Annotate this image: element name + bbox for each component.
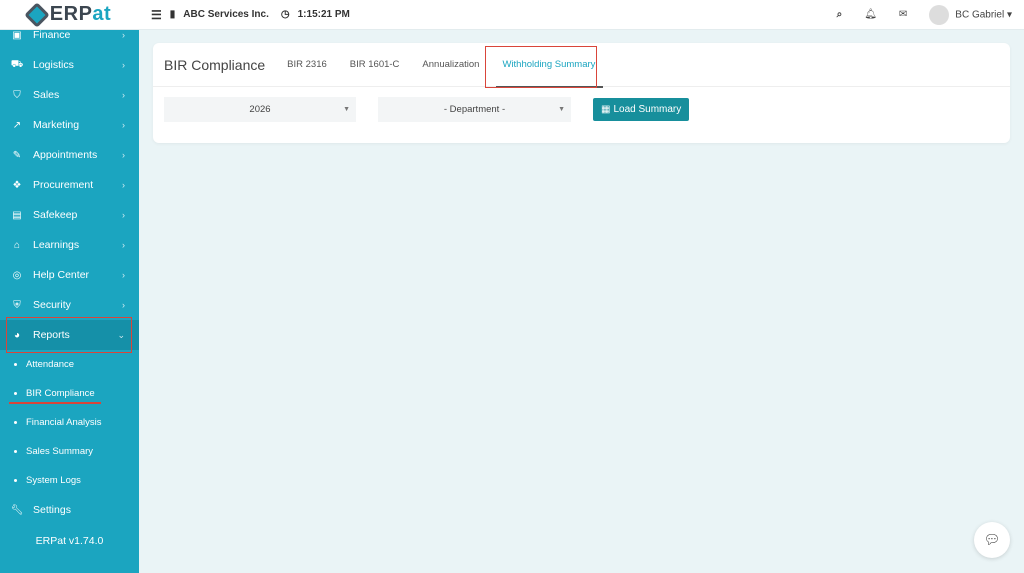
load-summary-button[interactable]: ▦ Load Summary	[593, 98, 690, 121]
chevron-right-icon: ›	[122, 300, 125, 310]
tab-annualization[interactable]: Annualization	[422, 43, 479, 87]
department-select[interactable]: - Department - ▼	[378, 97, 571, 122]
year-select[interactable]: 2026 ▼	[164, 97, 356, 122]
page-title: BIR Compliance	[164, 56, 266, 73]
graduation-cap-icon: ⌂	[13, 239, 21, 251]
bullet-icon	[14, 479, 17, 482]
truck-icon: ⛟	[10, 58, 24, 70]
cart-icon: ⛉	[13, 89, 21, 101]
menu-toggle-icon[interactable]: ☰	[151, 8, 162, 22]
sidebar-subitem-sales-summary[interactable]: Sales Summary	[0, 437, 139, 466]
user-menu[interactable]: BC Gabriel ▾	[929, 4, 1012, 25]
chevron-right-icon: ›	[122, 60, 125, 70]
sidebar-item-learnings[interactable]: ⌂ Learnings ›	[0, 230, 139, 260]
edit-icon: ✎	[12, 149, 22, 161]
mail-icon[interactable]: ✉	[899, 9, 907, 20]
avatar	[929, 4, 950, 25]
annotation-underline	[9, 402, 101, 404]
app-version: ERPat v1.74.0	[35, 535, 104, 547]
life-ring-icon: ◎	[12, 269, 22, 281]
chevron-down-icon: ▼	[558, 106, 565, 113]
current-time: 1:15:21 PM	[297, 9, 350, 20]
sidebar-subitem-attendance[interactable]: Attendance	[0, 350, 139, 379]
chevron-right-icon: ›	[122, 120, 125, 130]
bullet-icon	[14, 450, 17, 453]
chevron-right-icon: ›	[122, 90, 125, 100]
sidebar-item-help-center[interactable]: ◎ Help Center ›	[0, 260, 139, 290]
cubes-icon: ❖	[12, 179, 22, 191]
top-header: ERPat ☰ ▮ ABC Services Inc. ◷ 1:15:21 PM…	[0, 0, 1024, 30]
sidebar-item-procurement[interactable]: ❖ Procurement ›	[0, 170, 139, 200]
sidebar-subitem-financial-analysis[interactable]: Financial Analysis	[0, 408, 139, 437]
sidebar-item-safekeep[interactable]: ▤ Safekeep ›	[0, 200, 139, 230]
company-name: ABC Services Inc.	[183, 9, 269, 20]
clock-icon: ◷	[280, 9, 290, 20]
search-icon[interactable]: ⌕	[837, 9, 843, 20]
tab-bir-2316[interactable]: BIR 2316	[287, 43, 327, 87]
chat-icon[interactable]: 💬︎	[974, 522, 1010, 558]
building-icon: ▮	[169, 9, 176, 20]
bell-icon[interactable]: 🔔︎	[864, 9, 877, 20]
sidebar-subitem-bir-compliance[interactable]: BIR Compliance	[0, 379, 139, 408]
sidebar: ▣ Finance › ⛟ Logistics › ⛉ Sales › ↗ Marketing › ✎ A…	[0, 29, 139, 573]
chart-line-icon: ↗	[12, 119, 22, 131]
chevron-down-icon: ▼	[343, 106, 350, 113]
bullet-icon	[14, 392, 17, 395]
tab-bir-1601c[interactable]: BIR 1601-C	[350, 43, 400, 87]
chevron-right-icon: ›	[122, 270, 125, 280]
sidebar-item-appointments[interactable]: ✎ Appointments ›	[0, 140, 139, 170]
wrench-icon: 🔧︎	[10, 504, 24, 516]
sidebar-item-marketing[interactable]: ↗ Marketing ›	[0, 110, 139, 140]
bullet-icon	[14, 421, 17, 424]
chevron-right-icon: ›	[122, 210, 125, 220]
annotation-box	[485, 46, 597, 88]
chevron-right-icon: ›	[122, 180, 125, 190]
sidebar-item-finance[interactable]: ▣ Finance ›	[0, 20, 139, 50]
sidebar-subitem-system-logs[interactable]: System Logs	[0, 466, 139, 495]
annotation-box	[6, 317, 132, 353]
bullet-icon	[14, 363, 17, 366]
sidebar-item-logistics[interactable]: ⛟ Logistics ›	[0, 50, 139, 80]
money-icon: ▣	[12, 29, 22, 41]
archive-icon: ▤	[12, 209, 22, 221]
chevron-right-icon: ›	[122, 240, 125, 250]
sidebar-item-security[interactable]: ⛨ Security ›	[0, 290, 139, 320]
chevron-right-icon: ›	[122, 150, 125, 160]
shield-icon: ⛨	[13, 299, 21, 311]
sidebar-item-settings[interactable]: 🔧︎ Settings	[0, 495, 139, 525]
table-icon: ▦	[601, 104, 611, 115]
chevron-right-icon: ›	[122, 30, 125, 40]
sidebar-item-sales[interactable]: ⛉ Sales ›	[0, 80, 139, 110]
